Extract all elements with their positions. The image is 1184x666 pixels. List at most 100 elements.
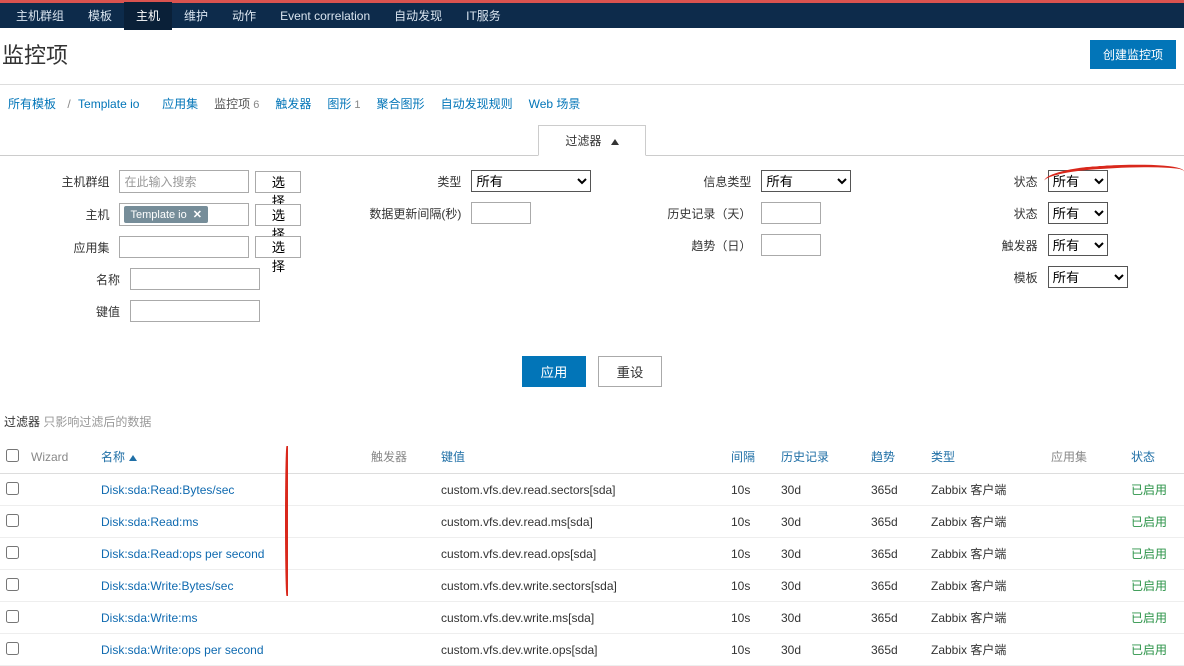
- host-tag[interactable]: Template io✕: [124, 206, 207, 223]
- cell-trend: 365d: [865, 634, 925, 666]
- row-checkbox[interactable]: [6, 482, 19, 495]
- status-select[interactable]: 所有: [1048, 170, 1108, 192]
- status-link[interactable]: 已启用: [1131, 611, 1167, 625]
- col-type[interactable]: 类型: [925, 440, 1045, 474]
- reset-button[interactable]: 重设: [598, 356, 663, 387]
- create-item-button[interactable]: 创建监控项: [1090, 40, 1176, 69]
- crumb-link[interactable]: 触发器: [275, 97, 311, 111]
- crumb-link[interactable]: 自动发现规则: [441, 97, 513, 111]
- row-checkbox[interactable]: [6, 514, 19, 527]
- nav-item[interactable]: 动作: [220, 2, 268, 30]
- label-name: 名称: [20, 271, 130, 288]
- template-select[interactable]: 所有: [1048, 266, 1128, 288]
- label-history: 历史记录（天）: [651, 205, 761, 222]
- item-name-link[interactable]: Disk:sda:Write:Bytes/sec: [101, 579, 233, 593]
- nav-item[interactable]: 维护: [172, 2, 220, 30]
- col-name[interactable]: 名称: [95, 440, 365, 474]
- key-input[interactable]: [130, 300, 260, 322]
- item-name-link[interactable]: Disk:sda:Read:Bytes/sec: [101, 483, 234, 497]
- status-link[interactable]: 已启用: [1131, 515, 1167, 529]
- row-checkbox[interactable]: [6, 546, 19, 559]
- application-input[interactable]: [119, 236, 249, 258]
- row-checkbox[interactable]: [6, 610, 19, 623]
- table-row: Disk:sda:Write:ops per secondcustom.vfs.…: [0, 634, 1184, 666]
- cell-trend: 365d: [865, 474, 925, 506]
- crumb-link[interactable]: 聚合图形: [377, 97, 425, 111]
- filter-tab-label: 过滤器: [565, 134, 601, 148]
- cell-trend: 365d: [865, 602, 925, 634]
- infotype-select[interactable]: 所有: [761, 170, 851, 192]
- state-select[interactable]: 所有: [1048, 202, 1108, 224]
- filter-form: 主机群组 在此输入搜索 选择 主机 Template io✕ 选择 应用集 选择…: [0, 156, 1184, 409]
- status-link[interactable]: 已启用: [1131, 483, 1167, 497]
- col-key[interactable]: 键值: [435, 440, 725, 474]
- col-interval[interactable]: 间隔: [725, 440, 775, 474]
- label-state: 状态: [938, 205, 1048, 222]
- interval-input[interactable]: [471, 202, 531, 224]
- cell-key: custom.vfs.dev.read.ops[sda]: [435, 538, 725, 570]
- crumb-link[interactable]: 应用集: [162, 97, 198, 111]
- row-checkbox[interactable]: [6, 642, 19, 655]
- host-select-button[interactable]: 选择: [255, 204, 301, 226]
- status-link[interactable]: 已启用: [1131, 547, 1167, 561]
- filter-toggle-tab[interactable]: 过滤器: [538, 125, 645, 156]
- label-host: 主机: [20, 206, 119, 223]
- name-input[interactable]: [130, 268, 260, 290]
- host-input[interactable]: Template io✕: [119, 203, 249, 226]
- status-link[interactable]: 已启用: [1131, 643, 1167, 657]
- crumb-all-templates[interactable]: 所有模板: [8, 97, 56, 111]
- table-row: Disk:sda:Read:Bytes/seccustom.vfs.dev.re…: [0, 474, 1184, 506]
- nav-item[interactable]: 模板: [76, 2, 124, 30]
- crumb-template[interactable]: Template io: [78, 97, 139, 111]
- item-name-link[interactable]: Disk:sda:Read:ms: [101, 515, 198, 529]
- application-select-button[interactable]: 选择: [255, 236, 301, 258]
- filter-tab-row: 过滤器: [0, 124, 1184, 156]
- cell-key: custom.vfs.dev.read.ms[sda]: [435, 506, 725, 538]
- type-select[interactable]: 所有: [471, 170, 591, 192]
- page-header: 监控项 创建监控项: [0, 28, 1184, 85]
- label-interval: 数据更新间隔(秒): [361, 205, 471, 222]
- select-all-checkbox[interactable]: [6, 449, 19, 462]
- table-row: Disk:sda:Write:Bytes/seccustom.vfs.dev.w…: [0, 570, 1184, 602]
- hostgroup-select-button[interactable]: 选择: [255, 171, 301, 193]
- nav-item[interactable]: 主机: [124, 2, 172, 30]
- cell-type: Zabbix 客户端: [925, 474, 1045, 506]
- crumb-link[interactable]: 图形 1: [327, 97, 360, 111]
- crumb-link[interactable]: 监控项 6: [214, 97, 259, 111]
- item-name-link[interactable]: Disk:sda:Write:ops per second: [101, 643, 264, 657]
- trend-input[interactable]: [761, 234, 821, 256]
- nav-item[interactable]: 主机群组: [4, 2, 76, 30]
- trigger-select[interactable]: 所有: [1048, 234, 1108, 256]
- cell-history: 30d: [775, 474, 865, 506]
- table-row: Disk:sda:Read:ms custom.vfs.dev.read.ms[s…: [0, 506, 1184, 538]
- cell-interval: 10s: [725, 538, 775, 570]
- table-row: Disk:sda:Read:ops per second custom.vfs.d…: [0, 538, 1184, 570]
- cell-type: Zabbix 客户端: [925, 602, 1045, 634]
- nav-item[interactable]: Event correlation: [268, 2, 382, 30]
- col-trend[interactable]: 趋势: [865, 440, 925, 474]
- history-input[interactable]: [761, 202, 821, 224]
- col-wizard[interactable]: Wizard: [25, 440, 95, 474]
- items-table: Wizard 名称 触发器 键值 间隔 历史记录 趋势 类型 应用集 状态 Di…: [0, 440, 1184, 666]
- apply-button[interactable]: 应用: [522, 356, 587, 387]
- status-link[interactable]: 已启用: [1131, 579, 1167, 593]
- cell-history: 30d: [775, 602, 865, 634]
- item-name-link[interactable]: Disk:sda:Read:ops per second: [101, 547, 264, 561]
- col-history[interactable]: 历史记录: [775, 440, 865, 474]
- cell-history: 30d: [775, 506, 865, 538]
- nav-item[interactable]: 自动发现: [382, 2, 454, 30]
- triangle-up-icon: [611, 139, 619, 145]
- label-type: 类型: [361, 173, 471, 190]
- col-status[interactable]: 状态: [1125, 440, 1184, 474]
- cell-type: Zabbix 客户端: [925, 538, 1045, 570]
- table-row: Disk:sda:Write:mscustom.vfs.dev.write.ms…: [0, 602, 1184, 634]
- crumb-link[interactable]: Web 场景: [529, 97, 581, 111]
- hostgroup-input[interactable]: 在此输入搜索: [119, 170, 249, 193]
- item-name-link[interactable]: Disk:sda:Write:ms: [101, 611, 197, 625]
- label-hostgroup: 主机群组: [20, 173, 119, 190]
- label-infotype: 信息类型: [651, 173, 761, 190]
- nav-item[interactable]: IT服务: [454, 2, 513, 30]
- cell-interval: 10s: [725, 602, 775, 634]
- close-icon[interactable]: ✕: [193, 208, 202, 221]
- row-checkbox[interactable]: [6, 578, 19, 591]
